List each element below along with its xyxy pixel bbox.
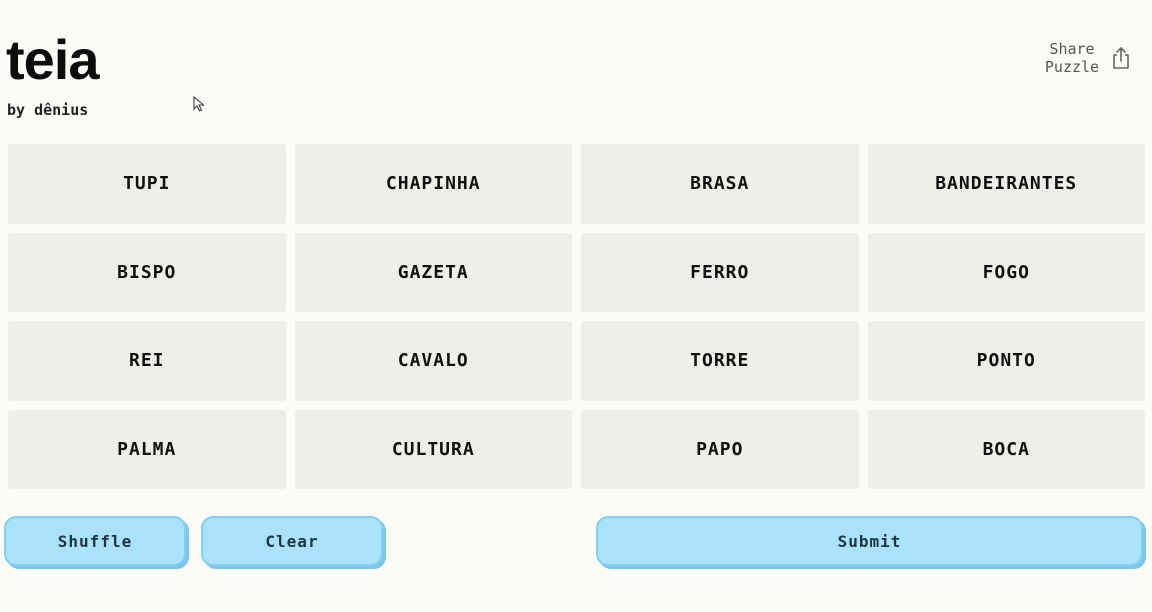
mouse-pointer-icon [193,96,205,112]
submit-button[interactable]: Submit [596,516,1143,566]
share-label-line-1: Share [1049,40,1095,58]
word-tile[interactable]: CULTURA [294,409,572,489]
word-tile[interactable]: CAVALO [294,321,572,401]
share-puzzle-label: Share Puzzle [1042,40,1102,76]
word-tile[interactable]: PAPO [581,409,859,489]
word-tile[interactable]: TUPI [8,144,286,224]
word-tile[interactable]: BOCA [867,409,1145,489]
word-tile[interactable]: FERRO [581,232,859,312]
page-title: teia [6,28,99,91]
shuffle-button[interactable]: Shuffle [4,516,186,566]
word-tile[interactable]: PALMA [8,409,286,489]
word-tile[interactable]: PONTO [867,321,1145,401]
word-tile[interactable]: CHAPINHA [294,144,572,224]
word-grid: TUPI CHAPINHA BRASA BANDEIRANTES BISPO G… [8,144,1145,489]
word-tile[interactable]: GAZETA [294,232,572,312]
clear-button[interactable]: Clear [201,516,383,566]
word-tile[interactable]: FOGO [867,232,1145,312]
word-tile[interactable]: BISPO [8,232,286,312]
word-tile[interactable]: TORRE [581,321,859,401]
share-label-line-2: Puzzle [1044,58,1100,76]
word-tile[interactable]: BRASA [581,144,859,224]
share-icon [1113,47,1129,69]
share-puzzle-button[interactable]: Share Puzzle [1042,40,1132,76]
word-tile[interactable]: REI [8,321,286,401]
word-tile[interactable]: BANDEIRANTES [867,144,1145,224]
author-byline: by dênius [7,101,89,119]
